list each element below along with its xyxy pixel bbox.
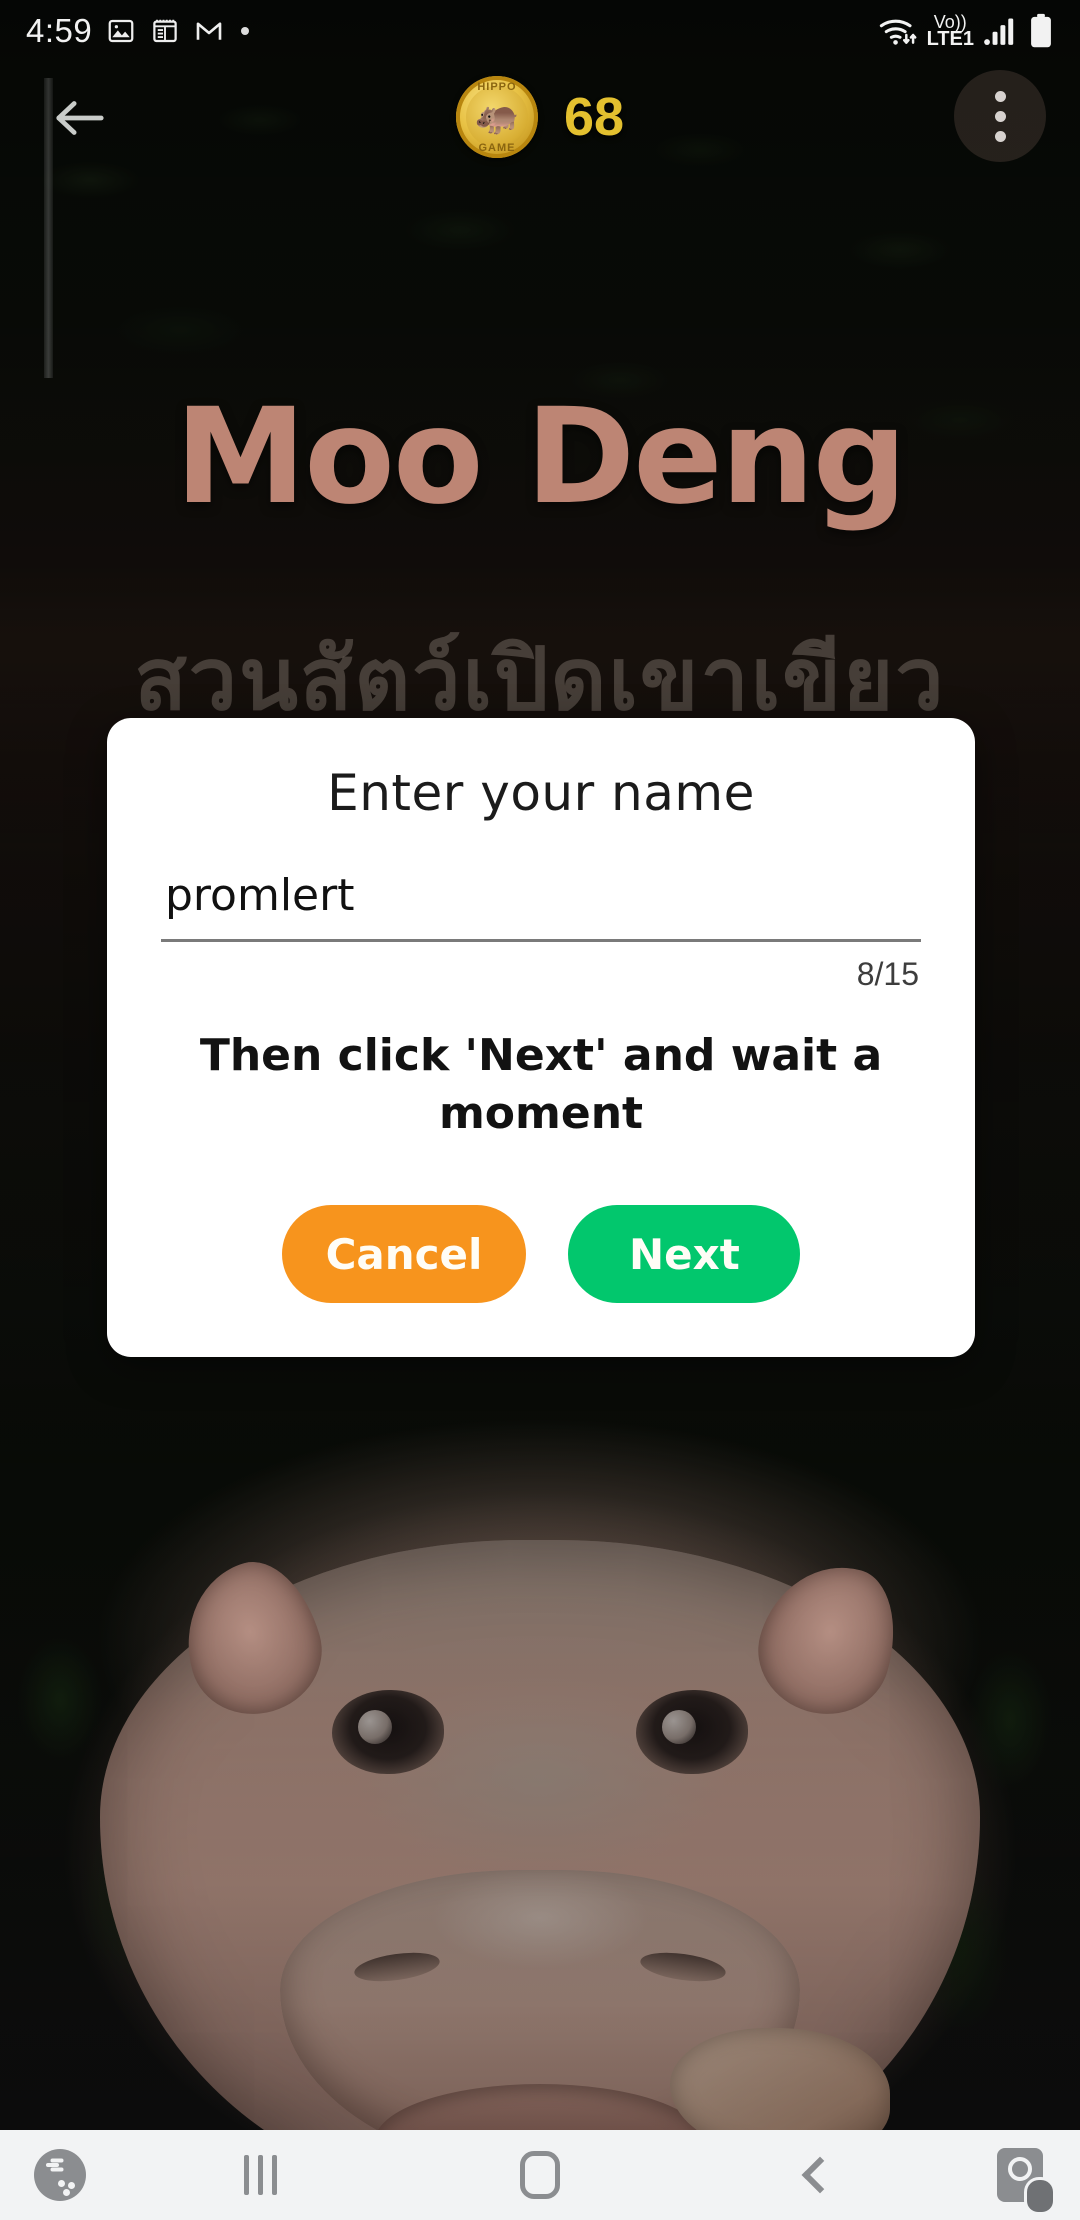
hippo-nostril-left — [352, 1948, 442, 1986]
coin-label-top: HIPPO — [477, 81, 517, 93]
hippo-mouth — [375, 2084, 705, 2130]
dialog-title: Enter your name — [327, 764, 755, 822]
coin-hippo-face: 🦛 — [465, 86, 528, 148]
more-vertical-icon-dot2 — [994, 110, 1006, 122]
cancel-button[interactable]: Cancel — [281, 1205, 527, 1304]
next-button[interactable]: Next — [568, 1205, 801, 1304]
game-title: Moo Deng — [174, 380, 907, 534]
overflow-menu-button[interactable] — [954, 70, 1046, 162]
volte-icon: Vo)) LTE1 — [926, 13, 974, 51]
hippo-eye-right — [636, 1690, 748, 1774]
coin-score-group: HIPPO 🦛 GAME 68 — [455, 76, 625, 158]
calendar-icon — [150, 16, 180, 46]
more-vertical-icon — [994, 90, 1006, 102]
status-bar: 4:59 Vo)) LTE1 — [0, 0, 1080, 62]
battery-icon — [1028, 13, 1054, 49]
back-icon — [801, 2156, 839, 2194]
status-bar-left: 4:59 — [26, 12, 252, 50]
home-icon — [520, 2151, 560, 2199]
hippo-eye-left — [332, 1690, 444, 1774]
name-field[interactable] — [161, 870, 921, 942]
back-button[interactable] — [42, 80, 118, 156]
game-booster-button[interactable] — [0, 2149, 120, 2201]
arrow-left-icon — [51, 94, 109, 142]
baby-hippo-photo — [0, 1500, 1080, 2130]
screen-touch-icon — [997, 2148, 1053, 2212]
gmail-icon — [194, 16, 224, 46]
status-clock: 4:59 — [26, 12, 93, 49]
dialog-hint-text: Then click 'Next' and wait a moment — [199, 1030, 883, 1140]
more-vertical-icon-dot3 — [994, 130, 1006, 142]
coin-score: 68 — [563, 87, 625, 147]
volte-label-bottom: LTE1 — [926, 28, 974, 51]
dialog-actions: Cancel Next — [159, 1205, 923, 1304]
hippo-head — [100, 1540, 980, 2130]
back-nav-button[interactable] — [680, 2156, 960, 2194]
phone-screen: Moo Deng สวนสัตว์เปิดเขาเขียว 4:59 Vo)) … — [0, 0, 1080, 2220]
game-booster-icon — [34, 2149, 86, 2201]
coin-label-bottom: GAME — [478, 142, 516, 154]
enter-name-dialog: Enter your name 8/15 Then click 'Next' a… — [107, 718, 975, 1358]
character-counter: 8/15 — [856, 956, 919, 992]
recents-icon — [243, 2155, 277, 2195]
hippo-nostril-right — [638, 1948, 728, 1986]
home-button[interactable] — [400, 2151, 680, 2199]
status-bar-right: Vo)) LTE1 — [878, 13, 1054, 49]
photos-icon — [106, 16, 136, 46]
android-nav-bar — [0, 2130, 1080, 2220]
name-input[interactable] — [165, 870, 917, 921]
game-top-bar: HIPPO 🦛 GAME 68 — [0, 62, 1080, 172]
recents-button[interactable] — [120, 2155, 400, 2195]
signal-icon — [983, 15, 1019, 47]
hippo-ear-left — [167, 1548, 337, 1730]
hippo-ear-right — [743, 1548, 913, 1730]
dot-indicator-icon — [238, 24, 252, 38]
hippo-coin-icon: HIPPO 🦛 GAME — [455, 76, 538, 158]
wifi-icon — [878, 14, 918, 48]
screen-touch-button[interactable] — [960, 2148, 1080, 2212]
